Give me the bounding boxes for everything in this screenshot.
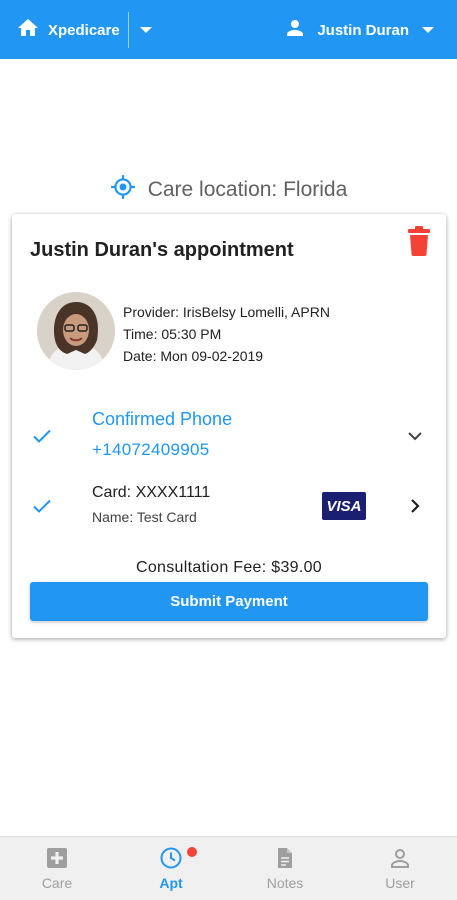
appointment-card: Justin Duran's appointment Provider: Iri… — [12, 214, 446, 638]
nav-item-apt[interactable]: Apt — [114, 837, 228, 900]
top-app-bar: Xpedicare Justin Duran — [0, 0, 457, 59]
submit-payment-button[interactable]: Submit Payment — [30, 582, 428, 621]
care-location-label: Care location: Florida — [147, 177, 348, 201]
home-button[interactable]: Xpedicare — [16, 17, 120, 43]
appointment-date: Date: Mon 09-02-2019 — [123, 348, 264, 364]
nav-item-notes[interactable]: Notes — [228, 837, 342, 900]
provider-details: Provider: IrisBelsy Lomelli, APRN Time: … — [123, 301, 330, 367]
clock-icon — [159, 846, 183, 870]
visa-logo: VISA — [322, 492, 366, 520]
check-icon — [30, 494, 54, 518]
check-icon — [30, 424, 54, 448]
trash-icon — [406, 226, 432, 260]
card-holder-name: Name: Test Card — [92, 509, 197, 525]
appointment-title: Justin Duran's appointment — [30, 239, 294, 261]
delete-appointment-button[interactable] — [406, 226, 432, 256]
appointment-time: Time: 05:30 PM — [123, 326, 222, 342]
caret-down-icon — [421, 26, 435, 34]
home-icon — [16, 16, 40, 45]
app-menu-dropdown[interactable] — [136, 20, 156, 40]
card-number: Card: XXXX1111 — [92, 484, 211, 501]
nav-label: Apt — [159, 875, 183, 891]
nav-label: User — [385, 875, 415, 891]
account-icon — [283, 16, 307, 45]
provider-avatar — [37, 292, 115, 370]
divider — [128, 12, 129, 48]
user-menu-button[interactable]: Justin Duran — [283, 17, 435, 43]
notification-badge — [187, 847, 197, 857]
chevron-down-icon[interactable] — [406, 427, 424, 445]
caret-down-icon — [139, 21, 153, 39]
app-title: Xpedicare — [48, 21, 120, 39]
care-location[interactable]: Care location: Florida — [0, 174, 457, 205]
phone-status-label: Confirmed Phone — [92, 409, 233, 429]
phone-number: +14072409905 — [92, 440, 210, 459]
nav-item-care[interactable]: Care — [0, 837, 114, 900]
medical-plus-icon — [45, 846, 69, 870]
location-target-icon — [110, 174, 136, 205]
user-name: Justin Duran — [317, 21, 409, 39]
document-icon — [273, 846, 297, 870]
nav-label: Care — [41, 875, 73, 891]
nav-item-user[interactable]: User — [343, 837, 457, 900]
chevron-right-icon[interactable] — [406, 497, 424, 515]
provider-name: Provider: IrisBelsy Lomelli, APRN — [123, 304, 330, 320]
person-icon — [388, 846, 412, 870]
consultation-fee: Consultation Fee: $39.00 — [136, 559, 322, 576]
bottom-navigation: Care Apt Notes User — [0, 836, 457, 900]
nav-label: Notes — [266, 875, 304, 891]
